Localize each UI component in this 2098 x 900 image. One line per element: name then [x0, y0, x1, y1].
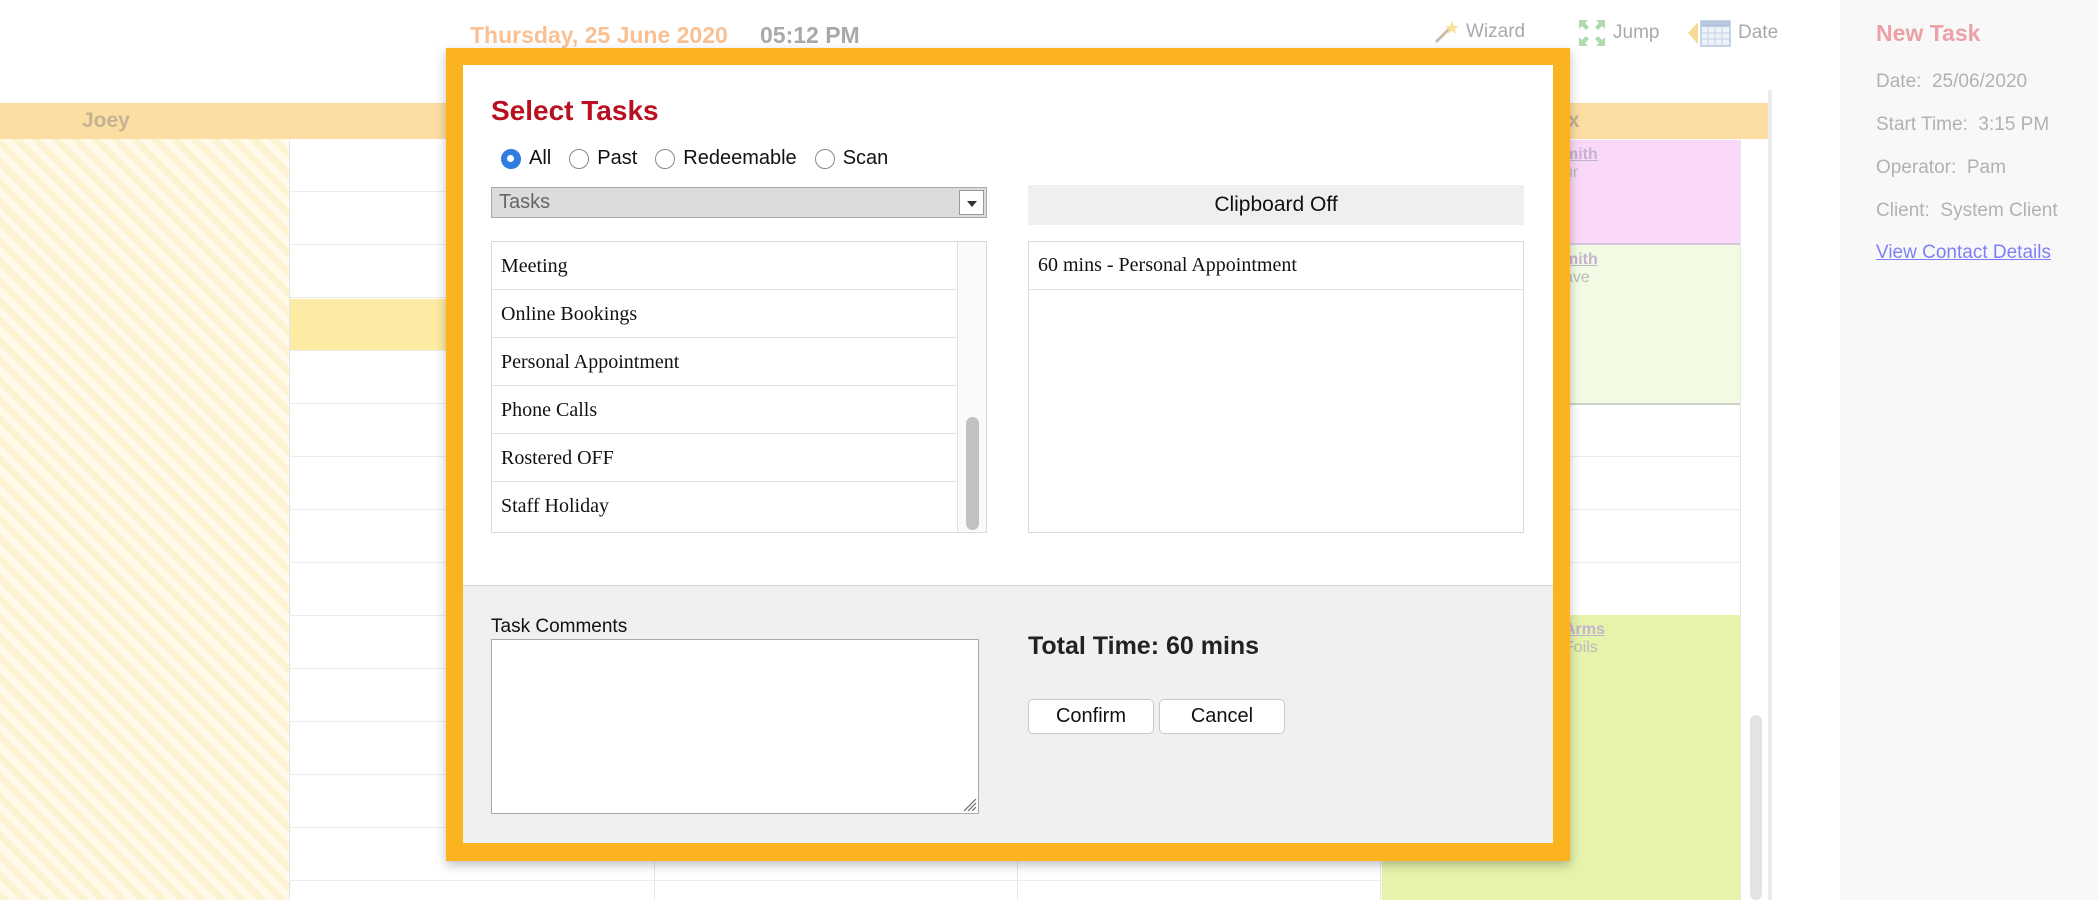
wizard-label: Wizard: [1466, 21, 1526, 42]
resize-grip-icon[interactable]: [961, 796, 977, 812]
operator-label: Operator:: [1876, 157, 1957, 178]
filter-all-radio[interactable]: All: [501, 147, 551, 170]
sidebar-operator-row: Operator: Pam: [1876, 157, 2006, 179]
radio-empty-icon: [814, 148, 835, 169]
sidebar-client-row: Client: System Client: [1876, 200, 2058, 222]
sidebar-date-row: Date: 25/06/2020: [1876, 71, 2027, 93]
date-button[interactable]: Date: [1688, 18, 1778, 48]
appointment-name[interactable]: mith: [1564, 251, 1734, 269]
appointment-desc: ur: [1564, 164, 1579, 181]
client-label: Client:: [1876, 200, 1930, 221]
total-time: Total Time: 60 mins: [1028, 632, 1260, 660]
radio-selected-icon: [501, 148, 521, 169]
client-value: System Client: [1940, 200, 2058, 221]
wizard-button[interactable]: Wizard: [1432, 18, 1525, 46]
current-time: 05:12 PM: [760, 22, 860, 48]
expand-arrows-icon: [1579, 20, 1605, 46]
view-contact-link[interactable]: View Contact Details: [1876, 242, 2051, 264]
operator-value: Pam: [1966, 157, 2006, 178]
confirm-button[interactable]: Confirm: [1028, 699, 1154, 734]
filter-redeemable-label: Redeemable: [683, 147, 797, 169]
cancel-button[interactable]: Cancel: [1159, 699, 1285, 734]
task-sidebar: New Task Date: 25/06/2020 Start Time: 3:…: [1840, 0, 2098, 900]
task-item-rostered-off[interactable]: Rostered OFF: [492, 434, 958, 482]
select-tasks-dialog: Select Tasks All Past Redeemable Scan Ta…: [446, 48, 1570, 861]
calendar-frame-edge: [1768, 90, 1772, 900]
dialog-title: Select Tasks: [491, 95, 659, 126]
radio-empty-icon: [569, 148, 590, 169]
task-item-meeting[interactable]: Meeting: [492, 242, 958, 290]
dialog-footer: Task Comments Total Time: 60 mins Confir…: [463, 585, 1553, 843]
task-list-scrollbar[interactable]: [957, 242, 986, 532]
calendar-scrollbar[interactable]: [1750, 715, 1762, 900]
wand-icon: [1434, 21, 1459, 44]
appointment-desc: Foils: [1564, 639, 1598, 656]
task-category-select[interactable]: Tasks: [491, 187, 987, 218]
clipboard-toggle[interactable]: Clipboard Off: [1028, 185, 1524, 225]
radio-empty-icon: [655, 148, 676, 169]
filter-scan-radio[interactable]: Scan: [814, 147, 889, 170]
task-item-personal-appointment[interactable]: Personal Appointment: [492, 338, 958, 386]
chevron-down-icon[interactable]: [959, 190, 984, 215]
date-field-label: Date:: [1876, 71, 1922, 92]
scrollbar-thumb[interactable]: [966, 417, 979, 530]
appointment-name[interactable]: mith: [1564, 146, 1734, 164]
start-time-label: Start Time:: [1876, 114, 1968, 135]
start-time-value: 3:15 PM: [1978, 114, 2050, 135]
task-comments-label: Task Comments: [491, 616, 628, 637]
column-header-partial: x: [1568, 103, 1608, 139]
task-list[interactable]: Meeting Online Bookings Personal Appoint…: [491, 241, 987, 533]
selected-tasks-list: 60 mins - Personal Appointment: [1028, 241, 1524, 533]
filter-past-radio[interactable]: Past: [569, 147, 637, 170]
jump-button[interactable]: Jump: [1577, 18, 1659, 48]
dialog-body: Select Tasks All Past Redeemable Scan Ta…: [463, 65, 1553, 843]
date-label: Date: [1738, 22, 1779, 43]
task-item-staff-holiday[interactable]: Staff Holiday: [492, 482, 958, 530]
selected-task-item[interactable]: 60 mins - Personal Appointment: [1029, 242, 1523, 290]
filter-past-label: Past: [597, 147, 638, 169]
filter-scan-label: Scan: [842, 147, 889, 169]
task-filter-group: All Past Redeemable Scan: [501, 147, 906, 170]
calendar-back-icon: [1688, 20, 1731, 47]
appointment-name[interactable]: Arms: [1564, 621, 1734, 639]
sidebar-title: New Task: [1876, 20, 1981, 46]
unavailable-column: [0, 139, 290, 900]
filter-redeemable-radio[interactable]: Redeemable: [655, 147, 797, 170]
current-date: Thursday, 25 June 2020: [470, 22, 728, 48]
jump-label: Jump: [1613, 22, 1660, 43]
sidebar-start-row: Start Time: 3:15 PM: [1876, 114, 2049, 136]
appointment-desc: ave: [1564, 269, 1590, 286]
task-item-online-bookings[interactable]: Online Bookings: [492, 290, 958, 338]
task-comments-input[interactable]: [491, 639, 979, 814]
date-field-value: 25/06/2020: [1931, 71, 2028, 92]
task-category-value: Tasks: [499, 191, 551, 213]
task-item-phone-calls[interactable]: Phone Calls: [492, 386, 958, 434]
column-header-joey: Joey: [82, 103, 282, 139]
filter-all-label: All: [529, 147, 552, 169]
